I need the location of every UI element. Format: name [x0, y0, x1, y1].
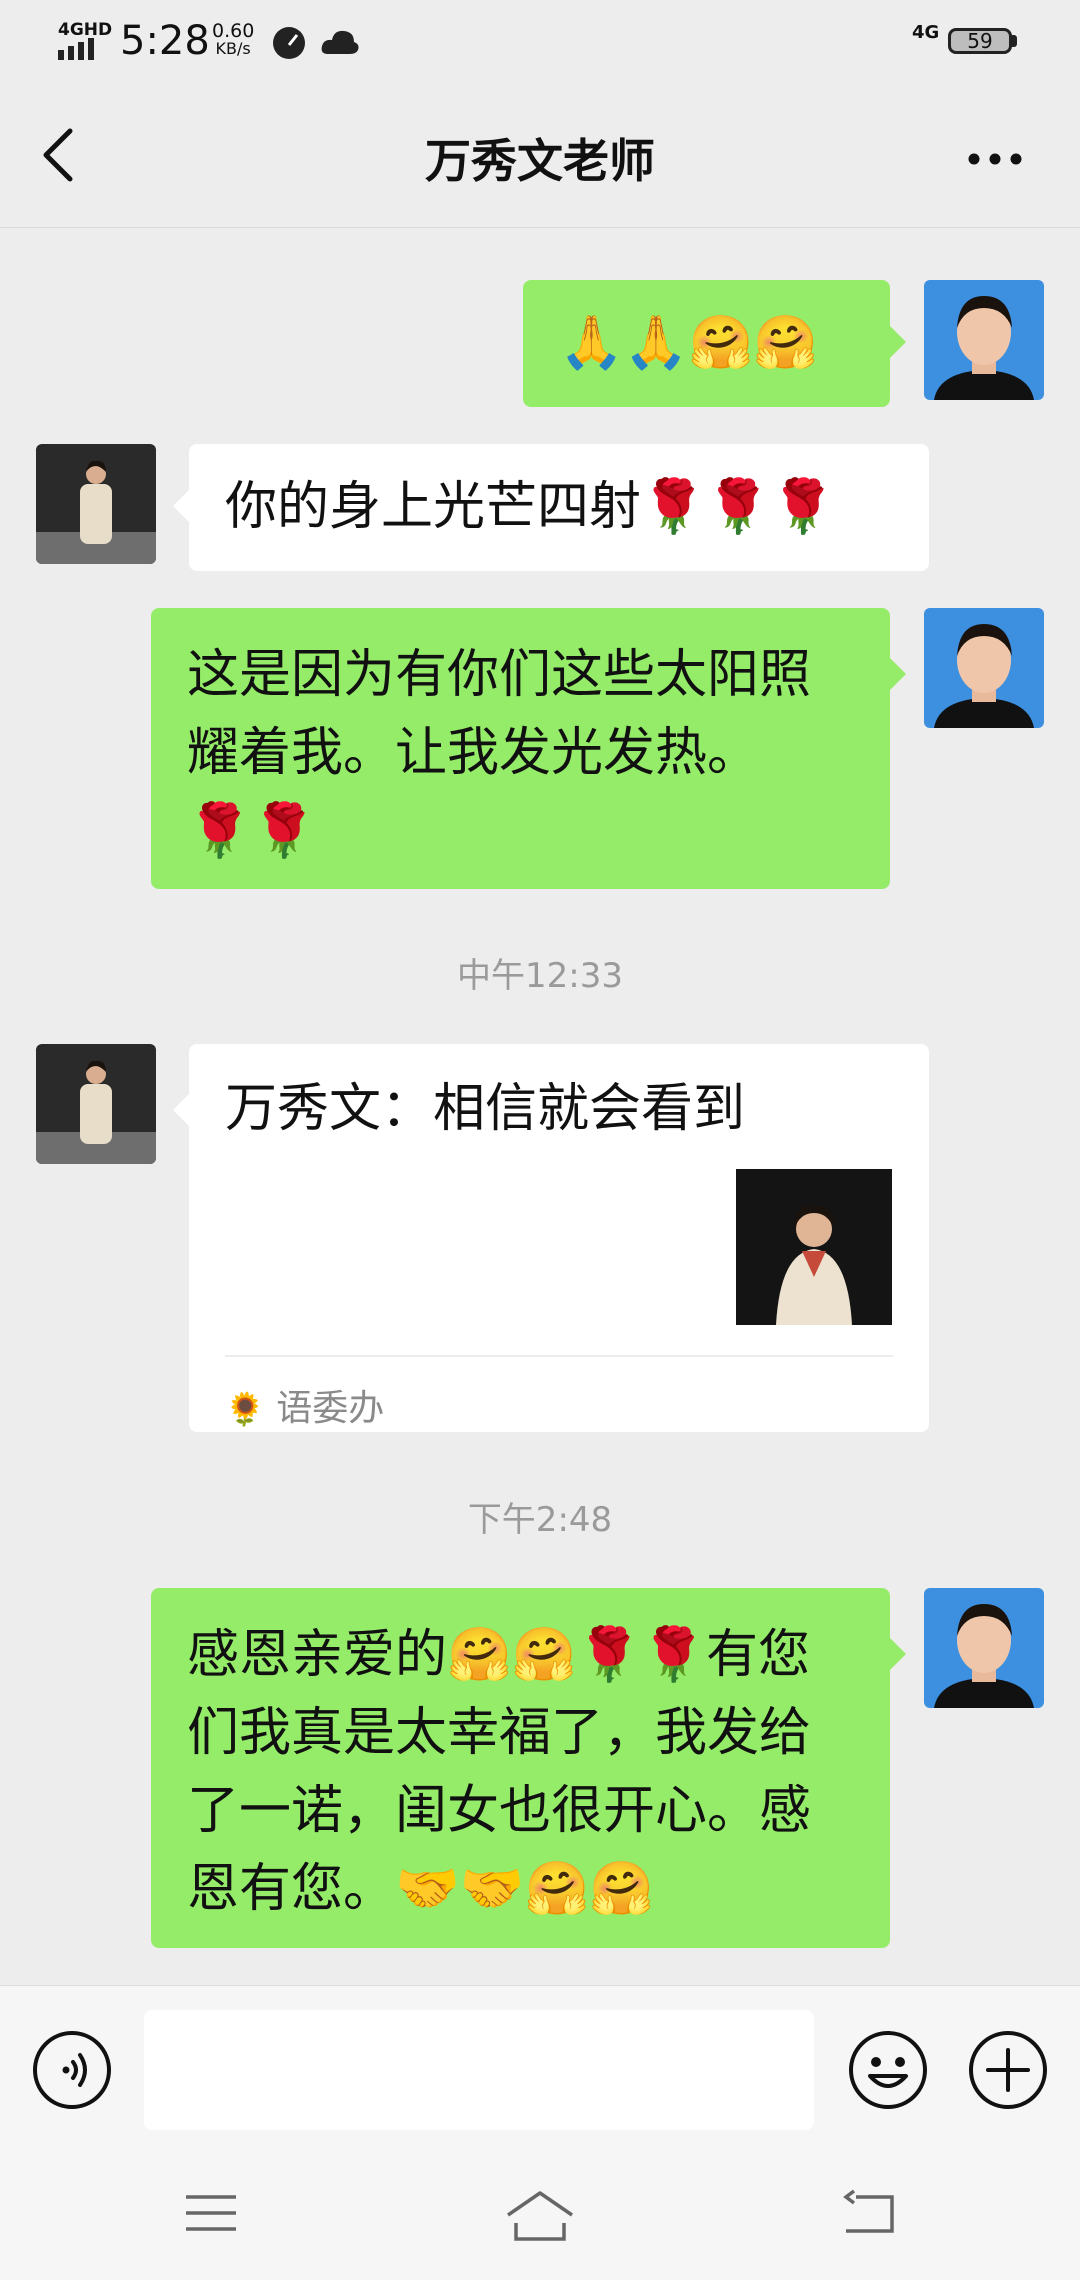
message-line: 们我真是太幸福了，我发给	[187, 1703, 812, 1763]
contact-avatar[interactable]	[36, 444, 156, 564]
cloud-icon	[321, 30, 359, 54]
chat-title: 万秀文老师	[425, 134, 655, 188]
menu-icon[interactable]	[184, 2189, 238, 2237]
more-icon[interactable]	[968, 153, 1022, 165]
plus-icon[interactable]	[968, 2030, 1048, 2110]
bubble-tail	[173, 1094, 189, 1126]
article-title: 万秀文：相信就会看到	[225, 1079, 746, 1139]
message-timestamp: 下午2:48	[467, 1500, 613, 1540]
message-bubble-sent[interactable]: 这是因为有你们这些太阳照 耀着我。让我发光发热。 🌹🌹	[151, 608, 906, 889]
back-icon[interactable]	[842, 2189, 896, 2237]
bubble-tail	[890, 1638, 906, 1670]
chat-header: 万秀文老师	[0, 85, 1080, 228]
status-bar: 4GHD 5:28 0.60 KB/s 4G 59	[0, 0, 1080, 85]
clock: 5:28	[120, 18, 210, 64]
article-card[interactable]: 万秀文：相信就会看到 🌻 语委办	[173, 1044, 929, 1432]
system-nav-bar	[0, 2155, 1080, 2280]
signal-icon	[58, 38, 94, 60]
message-line: 耀着我。让我发光发热。	[187, 723, 760, 783]
battery-indicator: 59	[948, 28, 1012, 54]
message-bubble-received[interactable]: 你的身上光芒四射🌹🌹🌹	[173, 444, 929, 571]
message-line: 恩有您。🤝🤝🤗🤗	[187, 1859, 654, 1919]
source-name: 语委办	[276, 1388, 385, 1429]
my-avatar[interactable]	[924, 1588, 1044, 1708]
message-input[interactable]	[144, 2010, 814, 2130]
article-source: 🌻 语委办	[225, 1370, 384, 1448]
sunflower-icon: 🌻	[225, 1390, 265, 1428]
my-avatar[interactable]	[924, 280, 1044, 400]
input-bar	[0, 1985, 1080, 2156]
speedometer-icon	[273, 27, 305, 59]
message-line: 感恩亲爱的🤗🤗🌹🌹有您	[187, 1625, 810, 1685]
message-line: 🌹🌹	[187, 801, 317, 861]
message-line: 了一诺，闺女也很开心。感	[187, 1781, 812, 1841]
bubble-tail	[890, 658, 906, 690]
speed-unit: KB/s	[215, 39, 251, 58]
article-thumbnail	[736, 1169, 892, 1325]
message-text: 你的身上光芒四射🌹🌹🌹	[225, 477, 836, 537]
message-text: 🙏🙏🤗🤗	[559, 313, 818, 373]
contact-avatar[interactable]	[36, 1044, 156, 1164]
bubble-tail	[173, 490, 189, 522]
network-type: 4GHD	[58, 20, 113, 40]
my-avatar[interactable]	[924, 608, 1044, 728]
bubble-tail	[890, 326, 906, 358]
network-4g: 4G	[912, 22, 940, 43]
speed-value: 0.60	[212, 20, 255, 42]
message-bubble-sent[interactable]: 🙏🙏🤗🤗	[523, 280, 906, 407]
battery-tip	[1012, 35, 1017, 47]
network-speed: 0.60 KB/s	[212, 22, 254, 58]
message-timestamp: 中午12:33	[457, 956, 623, 996]
card-divider	[225, 1355, 893, 1357]
message-line: 这是因为有你们这些太阳照	[187, 645, 812, 705]
emoji-icon[interactable]	[848, 2030, 928, 2110]
voice-icon[interactable]	[32, 2030, 112, 2110]
home-icon[interactable]	[504, 2189, 576, 2245]
message-bubble-sent[interactable]: 感恩亲爱的🤗🤗🌹🌹有您 们我真是太幸福了，我发给 了一诺，闺女也很开心。感 恩有…	[151, 1588, 906, 1948]
